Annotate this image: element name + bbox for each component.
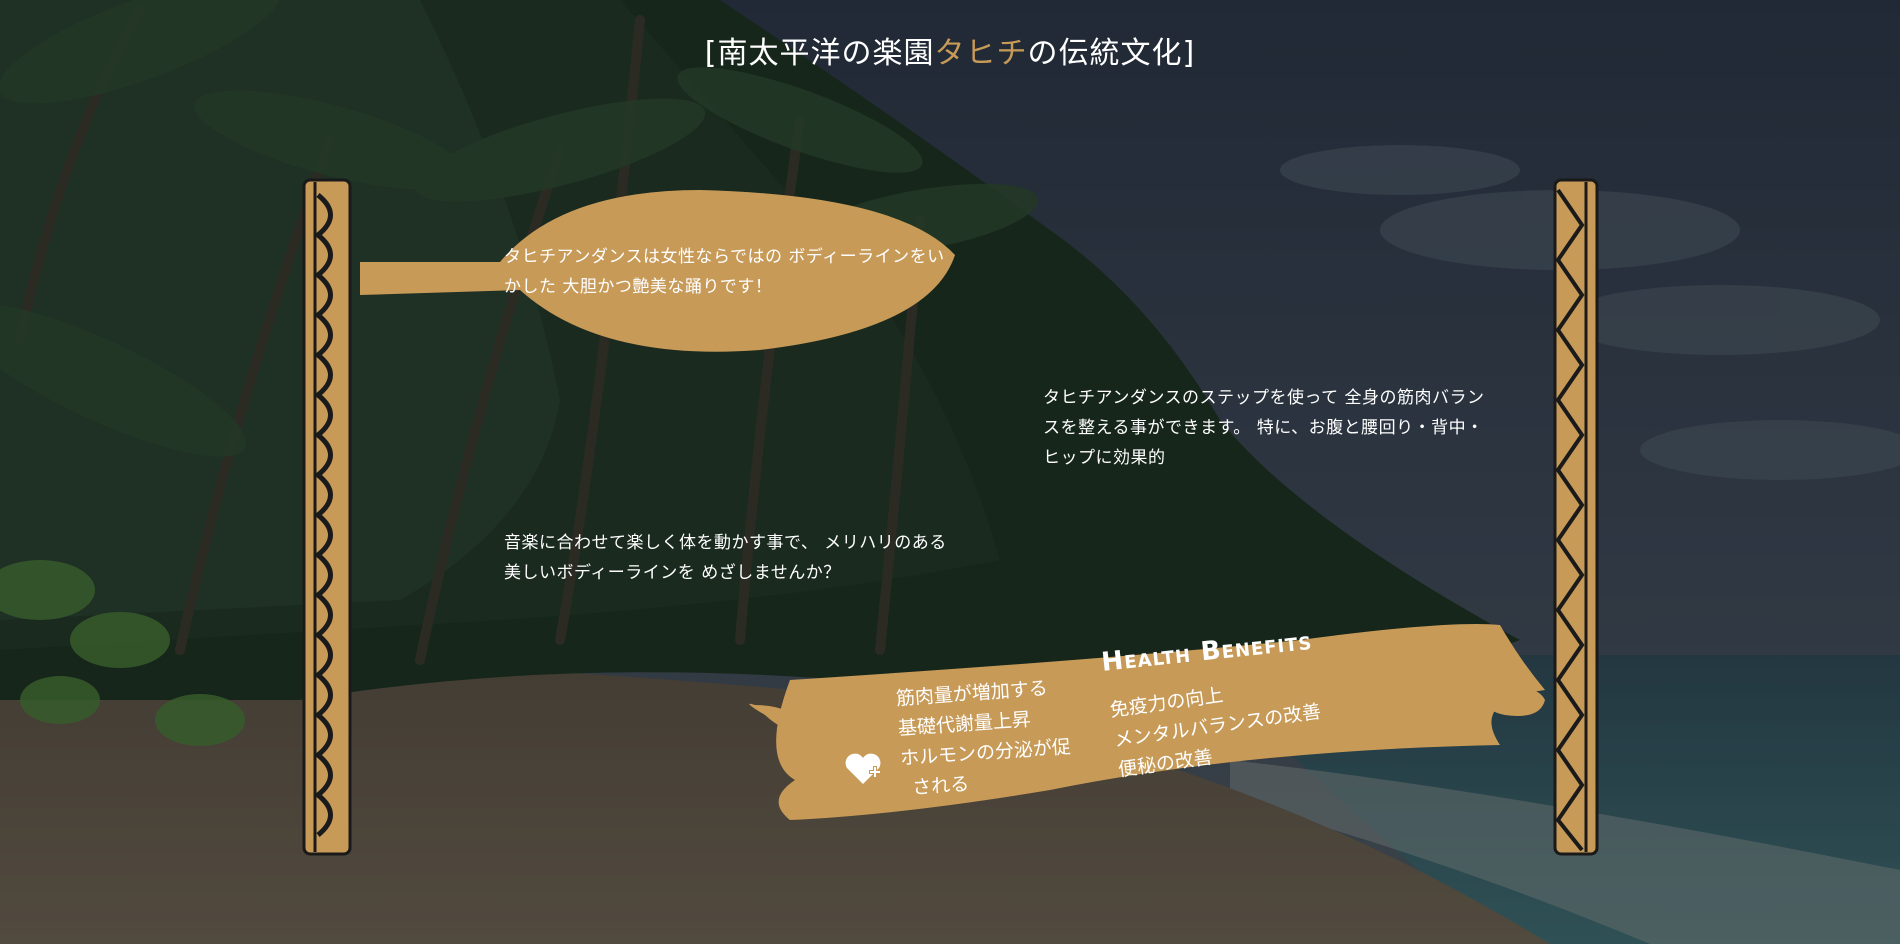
left-totem <box>302 178 352 856</box>
title-accent: タヒチ <box>934 36 1028 71</box>
benefits-left-list: 筋肉量が増加する 基礎代謝量上昇 ホルモンの分泌が促 される <box>895 672 1074 804</box>
right-totem <box>1553 178 1599 856</box>
beach-background <box>0 0 1900 944</box>
title-open: [南太平洋の楽園 <box>704 36 935 71</box>
title-close: の伝統文化] <box>1027 36 1196 71</box>
heart-plus-icon <box>843 752 881 784</box>
paddle-text-3: 音楽に合わせて楽しく体を動かす事で、 メリハリのある美しいボディーラインを めざ… <box>504 533 947 583</box>
page-title: [南太平洋の楽園タヒチの伝統文化] <box>0 28 1900 72</box>
paddle-text-2: タヒチアンダンスのステップを使って 全身の筋肉バランスを整える事ができます。 特… <box>1043 388 1485 468</box>
paddle-text-1: タヒチアンダンスは女性ならではの ボディーラインをいかした 大胆かつ艶美な踊りで… <box>504 247 945 297</box>
